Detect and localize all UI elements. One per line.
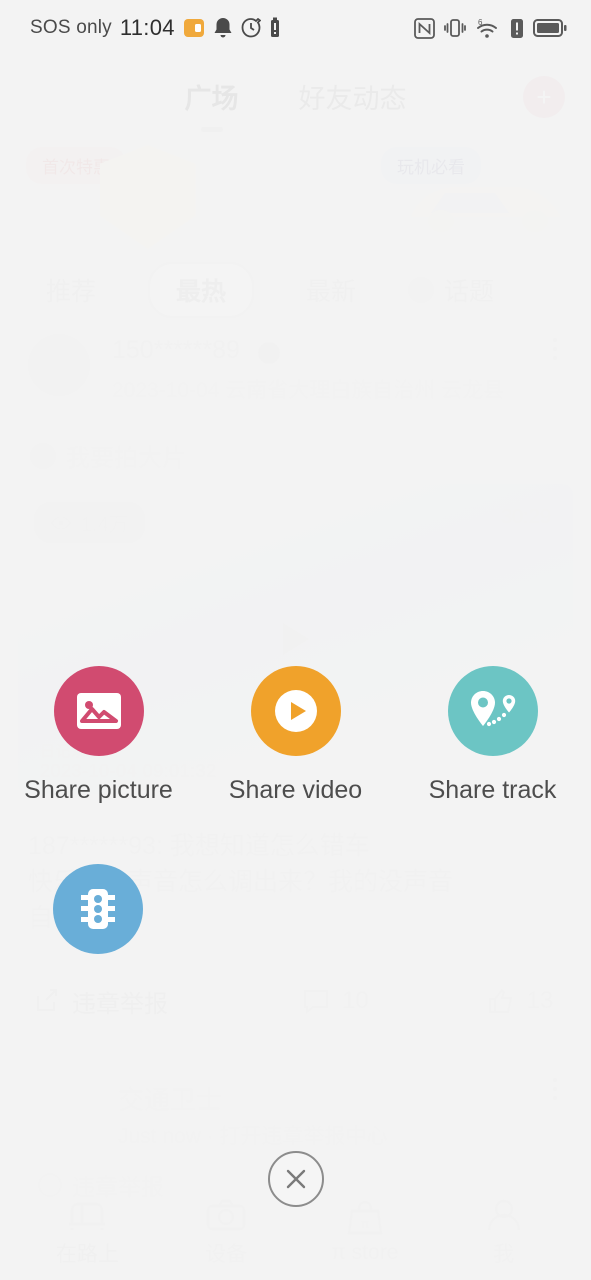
picture-icon [76, 693, 121, 729]
bell-icon [213, 17, 233, 39]
location-track-icon [470, 691, 515, 727]
app-screen: 广场 好友动态 + 首次特惠 玩机必看 推荐 最热 最新 话题 150*****… [0, 0, 591, 1280]
vibrate-icon [444, 17, 466, 39]
battery-icon [533, 18, 567, 38]
close-icon [286, 1169, 305, 1189]
share-track-label: Share track [428, 776, 557, 804]
status-bar-left: SOS only 11:04 [30, 15, 281, 41]
share-picture-circle[interactable] [53, 666, 144, 756]
traffic-light-icon [81, 889, 115, 929]
share-track-circle[interactable] [447, 666, 538, 756]
alert-icon [510, 18, 524, 39]
battery-saver-icon [269, 17, 281, 39]
share-action-sheet: Share picture Share video Share track [0, 0, 591, 1280]
violation-report-button[interactable] [53, 864, 143, 954]
close-button[interactable] [267, 1151, 324, 1207]
clock-label: 11:04 [119, 15, 175, 40]
share-video-circle[interactable] [250, 666, 341, 756]
nfc-icon [414, 17, 435, 39]
share-options-row: Share picture Share video Share track [0, 666, 591, 805]
share-video-option[interactable]: Share video [206, 666, 386, 805]
share-picture-option[interactable]: Share picture [9, 666, 189, 805]
carrier-label: SOS only [30, 17, 112, 38]
status-bar-right: 6 [414, 17, 567, 39]
status-bar: SOS only 11:04 6 [0, 0, 591, 56]
share-video-label: Share video [228, 776, 363, 804]
wifi-6-icon: 6 [475, 17, 501, 39]
play-icon [274, 690, 317, 732]
share-track-option[interactable]: Share track [403, 666, 583, 805]
calendar-icon [183, 17, 205, 39]
share-picture-label: Share picture [24, 776, 173, 804]
alarm-icon [241, 17, 262, 38]
